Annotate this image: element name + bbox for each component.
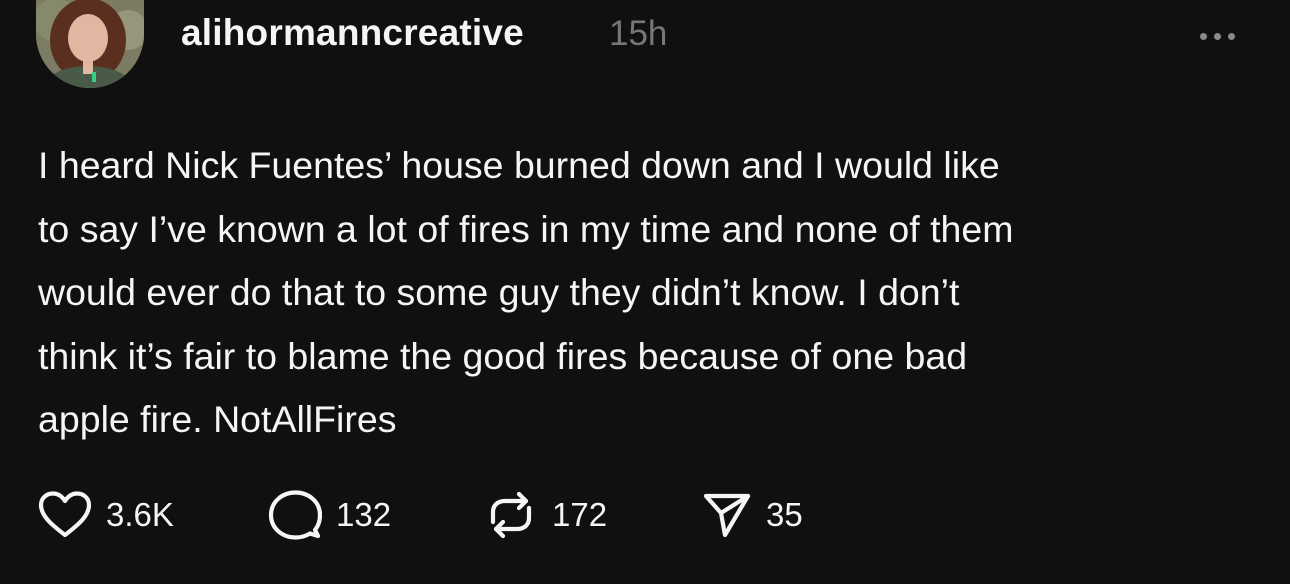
share-button[interactable]: 35 [702, 490, 803, 540]
profile-photo-icon [36, 0, 144, 88]
more-options-button[interactable] [1200, 28, 1248, 44]
reply-count: 132 [336, 496, 392, 533]
send-icon [703, 493, 751, 538]
username[interactable]: alihormanncreative [181, 12, 524, 54]
heart-icon [38, 491, 92, 538]
reply-button[interactable]: 132 [268, 490, 391, 540]
repost-count: 172 [552, 496, 608, 533]
share-count: 35 [766, 496, 803, 533]
ellipsis-icon [1214, 32, 1221, 40]
like-button[interactable]: 3.6K [38, 490, 174, 540]
post-actions: 3.6K 132 172 35 [0, 490, 1290, 540]
like-count: 3.6K [106, 496, 174, 533]
timestamp: 15h [609, 14, 668, 53]
comment-icon [268, 490, 322, 540]
ellipsis-icon [1200, 32, 1207, 40]
repost-button[interactable]: 172 [484, 490, 607, 540]
thread-post: alihormanncreative 15h I heard Nick Fuen… [0, 0, 1290, 584]
repost-icon [490, 491, 532, 539]
avatar[interactable] [36, 0, 144, 88]
post-text: I heard Nick Fuentes’ house burned down … [38, 144, 1014, 440]
ellipsis-icon [1228, 32, 1235, 40]
